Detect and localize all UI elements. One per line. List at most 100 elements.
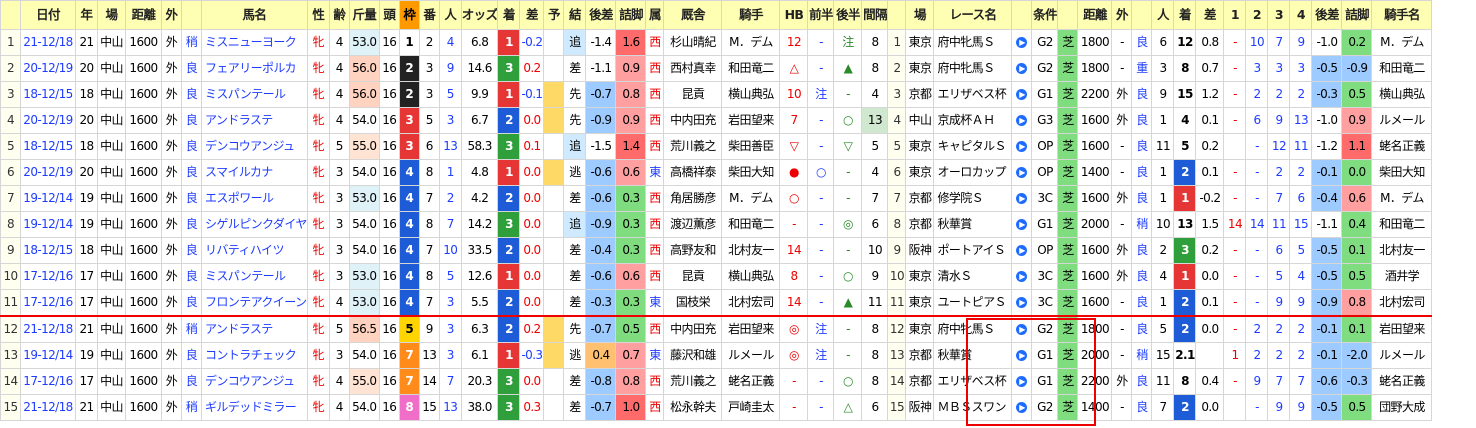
horse-name-link[interactable]: フェアリーポルカ	[201, 55, 308, 82]
play-icon[interactable]: ▶	[1016, 245, 1028, 256]
table-row[interactable]: 2 20-12/19 20 中山 1600 外良フェアリーポルカ牝 4 56.0 16 2 3 9 14…	[0, 55, 1433, 82]
play-icon[interactable]: ▶	[1011, 159, 1033, 186]
prev-race-link[interactable]: キャピタルＳ	[933, 133, 1013, 160]
prev-race-link[interactable]: ユートピアＳ	[933, 289, 1013, 317]
column-header[interactable]: 距離	[125, 0, 162, 30]
horse-name-link[interactable]: リバティハイツ	[201, 237, 308, 264]
column-header[interactable]: 齢	[328, 0, 350, 30]
horse-name-link[interactable]: ギルデッドミラー	[201, 394, 308, 421]
prev-race-link[interactable]: 府中牝馬Ｓ	[933, 55, 1013, 82]
column-header[interactable]	[181, 0, 202, 30]
play-icon[interactable]: ▶	[1016, 271, 1028, 282]
column-header[interactable]: 騎手名	[1371, 0, 1433, 30]
prev-race-link[interactable]: 京成杯ＡＨ	[933, 107, 1013, 134]
table-row[interactable]: 12 21-12/18 21 中山 1600 外稍アンドラステ牝 5 56.5 16 5 9 3 6.3…	[0, 315, 1433, 343]
prev-race-link[interactable]: 府中牝馬Ｓ	[933, 29, 1013, 56]
play-icon[interactable]: ▶	[1011, 55, 1033, 82]
column-header[interactable]: 後差	[585, 0, 617, 30]
play-icon[interactable]: ▶	[1011, 133, 1033, 160]
column-header[interactable]	[1057, 0, 1079, 30]
play-icon[interactable]: ▶	[1011, 263, 1033, 290]
column-header[interactable]: 結	[563, 0, 587, 30]
column-header[interactable]: 外	[161, 0, 182, 30]
race-date-link[interactable]: 21-12/18	[20, 315, 76, 343]
horse-name-link[interactable]: ミスニューヨーク	[201, 29, 308, 56]
horse-name-link[interactable]: ミスパンテール	[201, 263, 308, 290]
horse-name-link[interactable]: デンコウアンジュ	[201, 133, 308, 160]
column-header[interactable]: 枠	[398, 0, 420, 30]
column-header[interactable]: 馬名	[201, 0, 308, 30]
play-icon[interactable]: ▶	[1011, 185, 1033, 212]
race-date-link[interactable]: 19-12/14	[20, 211, 76, 238]
horse-name-link[interactable]: コントラチェック	[201, 342, 308, 369]
play-icon[interactable]: ▶	[1016, 141, 1028, 152]
play-icon[interactable]: ▶	[1011, 394, 1033, 421]
column-header[interactable]: 斤量	[348, 0, 380, 30]
column-header[interactable]: 詰脚	[1341, 0, 1373, 30]
play-icon[interactable]: ▶	[1016, 324, 1028, 335]
race-date-link[interactable]: 17-12/16	[20, 263, 76, 290]
column-header[interactable]: 人	[1151, 0, 1175, 30]
prev-race-link[interactable]: 修学院Ｓ	[933, 185, 1013, 212]
column-header[interactable]: 着	[497, 0, 521, 30]
column-header[interactable]: オッズ	[460, 0, 499, 30]
table-row[interactable]: 10 17-12/16 17 中山 1600 外良ミスパンテール牝 3 53.0 16 4 8 5 12…	[0, 263, 1433, 290]
column-header[interactable]: 2	[1245, 0, 1269, 30]
play-icon[interactable]: ▶	[1016, 37, 1028, 48]
race-date-link[interactable]: 21-12/18	[20, 29, 76, 56]
prev-race-link[interactable]: オーロカップ	[933, 159, 1013, 186]
play-icon[interactable]: ▶	[1011, 29, 1033, 56]
table-row[interactable]: 5 18-12/15 18 中山 1600 外良デンコウアンジュ牝 5 55.0 16 3 6 13 5…	[0, 133, 1433, 160]
table-row[interactable]: 14 17-12/16 17 中山 1600 外良デンコウアンジュ牝 4 55.0 16 7 14 7…	[0, 368, 1433, 395]
play-icon[interactable]: ▶	[1016, 193, 1028, 204]
play-icon[interactable]: ▶	[1016, 376, 1028, 387]
column-header[interactable]	[1011, 0, 1033, 30]
race-date-link[interactable]: 17-12/16	[20, 289, 76, 317]
play-icon[interactable]: ▶	[1011, 107, 1033, 134]
column-header[interactable]: 性	[306, 0, 330, 30]
column-header[interactable]: 差	[1195, 0, 1225, 30]
column-header[interactable]: 場	[97, 0, 126, 30]
table-row[interactable]: 9 18-12/15 18 中山 1600 外良リバティハイツ牝 3 54.0 16 4 7 10 33…	[0, 237, 1433, 264]
horse-name-link[interactable]: シゲルピンクダイヤ	[201, 211, 308, 238]
table-row[interactable]: 8 19-12/14 19 中山 1600 外良シゲルピンクダイヤ牝 3 54.0 16 4 8 7 1…	[0, 211, 1433, 238]
horse-name-link[interactable]: フロンテアクイーン	[201, 289, 308, 317]
race-date-link[interactable]: 18-12/15	[20, 81, 76, 108]
race-date-link[interactable]: 19-12/14	[20, 342, 76, 369]
prev-race-link[interactable]: 秋華賞	[933, 211, 1013, 238]
column-header[interactable]	[887, 0, 907, 30]
column-header[interactable]	[0, 0, 21, 30]
column-header[interactable]: 間隔	[861, 0, 889, 30]
column-header[interactable]: 予	[543, 0, 565, 30]
column-header[interactable]	[1131, 0, 1153, 30]
column-header[interactable]: 日付	[20, 0, 76, 30]
play-icon[interactable]: ▶	[1011, 81, 1033, 108]
column-header[interactable]: 後差	[1311, 0, 1343, 30]
prev-race-link[interactable]: ＭＢＳスワン	[933, 394, 1013, 421]
table-row[interactable]: 1 21-12/18 21 中山 1600 外稍ミスニューヨーク牝 4 53.0 16 1 2 4 6.…	[0, 29, 1433, 56]
race-date-link[interactable]: 20-12/19	[20, 55, 76, 82]
horse-name-link[interactable]: アンドラステ	[201, 107, 308, 134]
race-date-link[interactable]: 21-12/18	[20, 394, 76, 421]
horse-name-link[interactable]: ミスパンテール	[201, 81, 308, 108]
prev-race-link[interactable]: エリザベス杯	[933, 81, 1013, 108]
prev-race-link[interactable]: エリザベス杯	[933, 368, 1013, 395]
horse-name-link[interactable]: アンドラステ	[201, 315, 308, 343]
column-header[interactable]: 頭	[378, 0, 400, 30]
column-header[interactable]: 距離	[1077, 0, 1113, 30]
race-date-link[interactable]: 17-12/16	[20, 368, 76, 395]
play-icon[interactable]: ▶	[1016, 219, 1028, 230]
column-header[interactable]: 後半	[833, 0, 863, 30]
column-header[interactable]: 番	[418, 0, 440, 30]
prev-race-link[interactable]: 秋華賞	[933, 342, 1013, 369]
race-date-link[interactable]: 18-12/15	[20, 237, 76, 264]
prev-race-link[interactable]: ポートアイＳ	[933, 237, 1013, 264]
column-header[interactable]: 詰脚	[615, 0, 647, 30]
column-header[interactable]: 年	[75, 0, 98, 30]
column-header[interactable]: 外	[1111, 0, 1133, 30]
play-icon[interactable]: ▶	[1016, 63, 1028, 74]
prev-race-link[interactable]: 清水Ｓ	[933, 263, 1013, 290]
race-date-link[interactable]: 20-12/19	[20, 159, 76, 186]
table-row[interactable]: 13 19-12/14 19 中山 1600 外良コントラチェック牝 3 54.0 16 7 13 3…	[0, 342, 1433, 369]
table-row[interactable]: 3 18-12/15 18 中山 1600 外良ミスパンテール牝 4 56.0 16 2 3 5 9.9…	[0, 81, 1433, 108]
